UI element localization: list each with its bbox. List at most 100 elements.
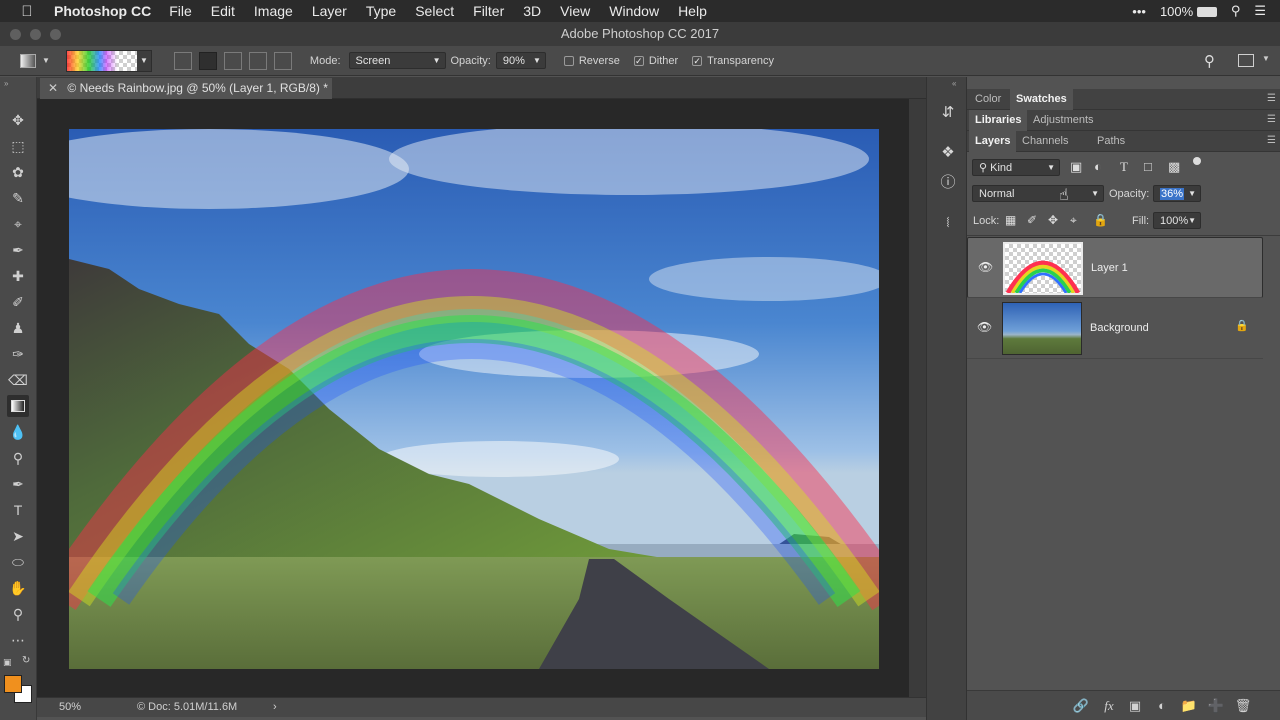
- more-tools-icon[interactable]: ⋯: [7, 629, 29, 651]
- vertical-scrollbar[interactable]: [909, 99, 926, 697]
- type-tool-icon[interactable]: T: [7, 499, 29, 521]
- menu-help[interactable]: Help: [678, 3, 707, 19]
- linear-gradient-button[interactable]: [173, 51, 192, 70]
- lock-transparent-icon[interactable]: ▦: [1005, 213, 1016, 227]
- menu-image[interactable]: Image: [254, 3, 293, 19]
- lock-position-icon[interactable]: ✥: [1048, 213, 1058, 227]
- tab-adjustments[interactable]: Adjustments: [1027, 110, 1100, 131]
- layer-filter-select[interactable]: ⚲ Kind ▼: [972, 159, 1060, 176]
- foreground-color-swatch[interactable]: [4, 675, 22, 693]
- tab-libraries[interactable]: Libraries: [969, 110, 1028, 131]
- search-icon[interactable]: ⚲: [1204, 52, 1215, 70]
- eyedropper-tool-icon[interactable]: ✒: [7, 239, 29, 261]
- menu-file[interactable]: File: [169, 3, 192, 19]
- tab-paths[interactable]: Paths: [1091, 131, 1131, 152]
- fill-field[interactable]: 100% ▼: [1153, 212, 1201, 229]
- smart-object-filter-icon[interactable]: ▩: [1168, 159, 1180, 175]
- document-canvas-photo[interactable]: [69, 129, 879, 669]
- panel-menu-icon[interactable]: ☰: [1267, 135, 1276, 146]
- gradient-picker[interactable]: ▼: [65, 49, 152, 72]
- history-brush-tool-icon[interactable]: ✑: [7, 343, 29, 365]
- chevron-right-icon[interactable]: ›: [273, 698, 277, 717]
- menu-window[interactable]: Window: [609, 3, 659, 19]
- tool-preset-picker[interactable]: ▼: [20, 53, 50, 68]
- document-tab[interactable]: ✕ © Needs Rainbow.jpg @ 50% (Layer 1, RG…: [40, 78, 332, 99]
- app-menu[interactable]: Photoshop CC: [54, 3, 151, 19]
- properties-panel-icon[interactable]: ⧙: [938, 213, 958, 233]
- adjustment-filter-icon[interactable]: ◐: [1094, 159, 1102, 174]
- layer-row-layer-1[interactable]: 👁 Layer 1: [967, 237, 1263, 298]
- panel-menu-icon[interactable]: ☰: [1267, 114, 1276, 125]
- menu-type[interactable]: Type: [366, 3, 396, 19]
- 3d-panel-icon[interactable]: ❖: [938, 143, 958, 163]
- layer-name[interactable]: Background: [1090, 322, 1149, 334]
- canvas-area[interactable]: [37, 99, 909, 697]
- tab-channels[interactable]: Channels: [1016, 131, 1074, 152]
- menu-layer[interactable]: Layer: [312, 3, 347, 19]
- type-filter-icon[interactable]: T: [1120, 159, 1128, 175]
- zoom-level[interactable]: 50%: [59, 698, 81, 717]
- layer-name[interactable]: Layer 1: [1091, 262, 1128, 274]
- pen-tool-icon[interactable]: ✒: [7, 473, 29, 495]
- move-tool-icon[interactable]: ✥: [7, 109, 29, 131]
- document-info[interactable]: © Doc: 5.01M/11.6M: [137, 698, 237, 717]
- add-mask-icon[interactable]: ▣: [1126, 697, 1144, 715]
- menu-view[interactable]: View: [560, 3, 590, 19]
- marquee-tool-icon[interactable]: ⬚: [7, 135, 29, 157]
- notification-center-icon[interactable]: ☰: [1254, 3, 1266, 19]
- reverse-checkbox[interactable]: [563, 55, 574, 66]
- hand-tool-icon[interactable]: ✋: [7, 577, 29, 599]
- layer-opacity-field[interactable]: 36% ▼: [1153, 185, 1201, 202]
- panel-menu-icon[interactable]: ☰: [1267, 93, 1276, 104]
- tab-swatches[interactable]: Swatches: [1010, 89, 1073, 110]
- apple-icon[interactable]: : [0, 3, 54, 20]
- close-icon[interactable]: ✕: [48, 81, 58, 95]
- brush-tool-icon[interactable]: ✐: [7, 291, 29, 313]
- menu-filter[interactable]: Filter: [473, 3, 504, 19]
- menu-3d[interactable]: 3D: [523, 3, 541, 19]
- new-layer-icon[interactable]: ➕: [1207, 697, 1225, 715]
- dodge-tool-icon[interactable]: ⚲: [7, 447, 29, 469]
- path-selection-tool-icon[interactable]: ➤: [7, 525, 29, 547]
- quick-selection-tool-icon[interactable]: ✎: [7, 187, 29, 209]
- healing-brush-tool-icon[interactable]: ✚: [7, 265, 29, 287]
- more-icon[interactable]: •••: [1132, 4, 1146, 19]
- reflected-gradient-button[interactable]: [248, 51, 267, 70]
- search-icon[interactable]: ⚲: [1231, 3, 1241, 19]
- new-group-icon[interactable]: 📁: [1180, 697, 1198, 715]
- gradient-tool-icon[interactable]: [7, 395, 29, 417]
- new-adjustment-layer-icon[interactable]: ◐: [1153, 697, 1171, 715]
- collapse-arrows-icon[interactable]: »: [4, 79, 8, 88]
- eraser-tool-icon[interactable]: ⌫: [7, 369, 29, 391]
- lasso-tool-icon[interactable]: ✿: [7, 161, 29, 183]
- visibility-eye-icon[interactable]: 👁: [977, 320, 992, 334]
- radial-gradient-button[interactable]: [198, 51, 217, 70]
- zoom-tool-icon[interactable]: ⚲: [7, 603, 29, 625]
- battery-status[interactable]: 100%: [1160, 4, 1217, 19]
- blend-mode-select[interactable]: Normal ▼: [972, 185, 1104, 202]
- zoom-window-button[interactable]: [50, 29, 61, 40]
- diamond-gradient-button[interactable]: [273, 51, 292, 70]
- menu-select[interactable]: Select: [415, 3, 454, 19]
- layer-row-background[interactable]: 👁 Background 🔒: [967, 298, 1263, 359]
- delete-layer-icon[interactable]: 🗑: [1234, 697, 1252, 715]
- lock-image-icon[interactable]: ✐: [1027, 213, 1037, 227]
- lock-all-icon[interactable]: 🔒: [1093, 213, 1108, 227]
- shape-filter-icon[interactable]: □: [1144, 159, 1152, 174]
- clone-stamp-tool-icon[interactable]: ♟: [7, 317, 29, 339]
- layer-style-icon[interactable]: fx: [1100, 697, 1118, 715]
- filter-toggle-icon[interactable]: [1193, 157, 1201, 165]
- default-colors-icon[interactable]: ▣: [3, 657, 12, 668]
- transparency-checkbox[interactable]: ✓: [692, 55, 703, 66]
- mode-select[interactable]: Screen ▼: [348, 52, 446, 69]
- pixel-filter-icon[interactable]: ▣: [1070, 159, 1082, 175]
- chevron-down-icon[interactable]: ▼: [1262, 54, 1270, 63]
- collapse-arrows-icon[interactable]: «: [952, 79, 956, 88]
- dither-checkbox[interactable]: ✓: [633, 55, 644, 66]
- info-panel-icon[interactable]: ⓘ: [938, 173, 958, 193]
- blur-tool-icon[interactable]: 💧: [7, 421, 29, 443]
- angle-gradient-button[interactable]: [223, 51, 242, 70]
- menu-edit[interactable]: Edit: [211, 3, 235, 19]
- crop-tool-icon[interactable]: ⌖: [7, 213, 29, 235]
- visibility-eye-icon[interactable]: 👁: [978, 260, 993, 274]
